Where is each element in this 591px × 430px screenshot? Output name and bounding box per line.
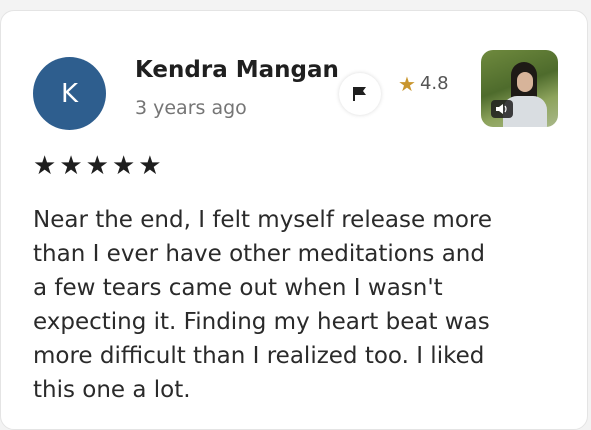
flag-icon [353,87,366,101]
star-icon: ★ [85,151,109,181]
content-thumbnail[interactable] [481,50,558,127]
review-card: K Kendra Mangan 3 years ago ★ 4.8 ★ ★ ★ … [0,10,588,430]
star-icon: ★ [59,151,83,181]
report-flag-button[interactable] [339,73,381,115]
avatar: K [33,57,106,130]
content-rating: ★ 4.8 [398,73,449,94]
review-timestamp: 3 years ago [135,97,247,119]
avatar-initial: K [60,78,79,109]
rating-star-icon: ★ [398,71,416,96]
rating-value: 4.8 [419,73,449,94]
star-icon: ★ [138,151,162,181]
review-stars: ★ ★ ★ ★ ★ [33,153,162,179]
reviewer-name: Kendra Mangan [135,57,339,83]
star-icon: ★ [111,151,136,181]
review-text: Near the end, I felt myself release more… [33,207,492,403]
audio-track-icon [491,100,513,118]
star-icon: ★ [33,151,57,181]
